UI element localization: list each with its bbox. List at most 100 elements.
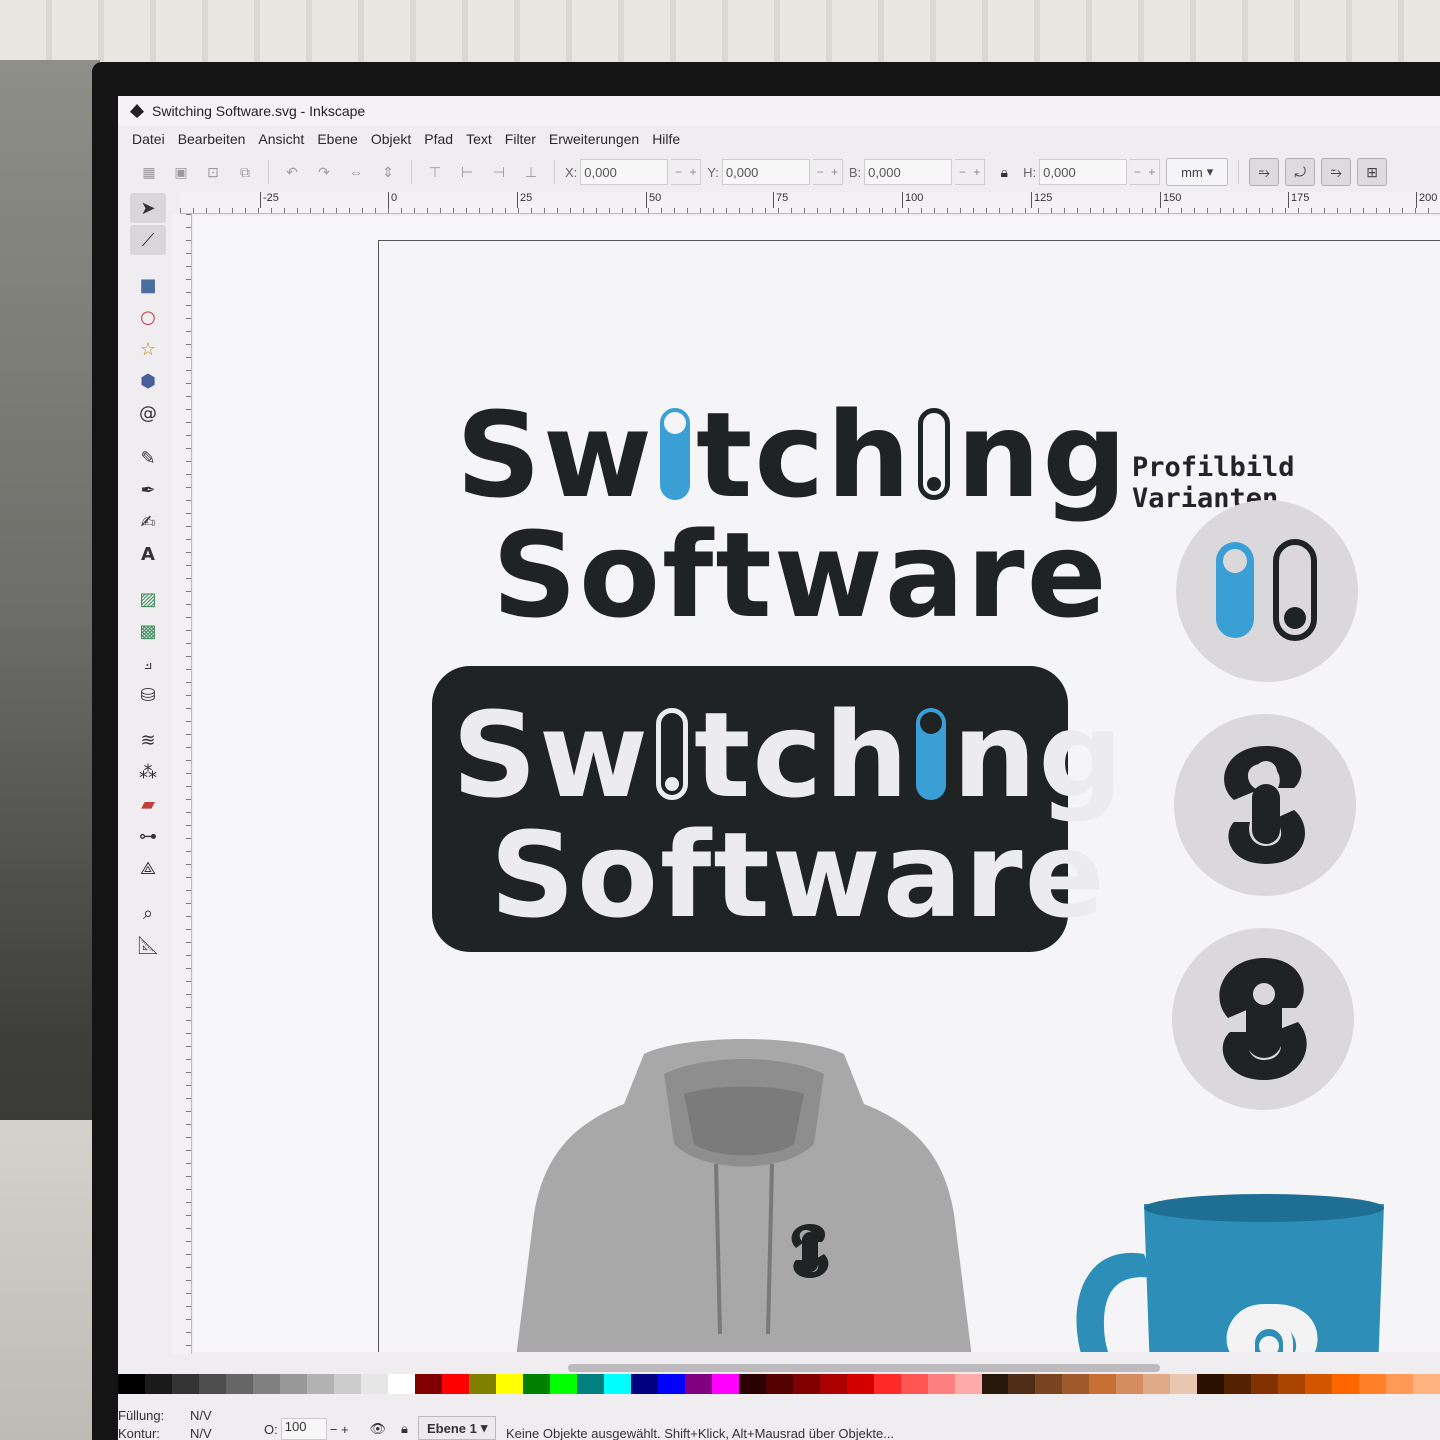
- scale-corners-icon[interactable]: ⤾: [1285, 158, 1316, 186]
- width-stepper[interactable]: − +: [955, 159, 986, 185]
- swatch[interactable]: [1305, 1374, 1333, 1394]
- swatch[interactable]: [252, 1374, 280, 1394]
- logo-light-line2[interactable]: Software: [492, 516, 1109, 634]
- paintbucket-tool-icon[interactable]: ⛁: [130, 680, 166, 710]
- swatch[interactable]: [711, 1374, 739, 1394]
- swatch[interactable]: [657, 1374, 685, 1394]
- move-patterns-icon[interactable]: ⊞: [1357, 158, 1388, 186]
- swatch[interactable]: [1170, 1374, 1198, 1394]
- menu-erweiterungen[interactable]: Erweiterungen: [549, 131, 639, 147]
- y-stepper[interactable]: − +: [812, 159, 843, 185]
- swatch[interactable]: [792, 1374, 820, 1394]
- avatar-s-outline[interactable]: [1174, 714, 1356, 896]
- rotate-ccw-icon[interactable]: ↶: [279, 159, 305, 185]
- swatch[interactable]: [279, 1374, 307, 1394]
- swatch[interactable]: [441, 1374, 469, 1394]
- 3dbox-tool-icon[interactable]: ⬢: [130, 366, 166, 396]
- swatch[interactable]: [1278, 1374, 1306, 1394]
- eye-icon[interactable]: 👁︎: [370, 1421, 387, 1437]
- layer-select[interactable]: Ebene 1 ▾: [418, 1416, 497, 1440]
- opacity-input[interactable]: 100: [280, 1418, 327, 1440]
- horizontal-scrollbar[interactable]: [568, 1364, 1160, 1372]
- swatch[interactable]: [387, 1374, 415, 1394]
- connector-tool-icon[interactable]: ⊶: [130, 821, 166, 851]
- swatch[interactable]: [873, 1374, 901, 1394]
- flip-vertical-icon[interactable]: ⇕: [375, 159, 401, 185]
- swatch[interactable]: [1008, 1374, 1036, 1394]
- deselect-icon[interactable]: ⊡: [200, 159, 226, 185]
- swatch[interactable]: [981, 1374, 1009, 1394]
- lower-to-bottom-icon[interactable]: ⊥: [518, 159, 544, 185]
- drawing-canvas[interactable]: Sw tch ng Software Sw tch ng Software Profil…: [194, 216, 1440, 1352]
- height-stepper[interactable]: − +: [1130, 159, 1161, 185]
- mug-mockup[interactable]: [1044, 1184, 1404, 1352]
- width-input[interactable]: 0,000: [864, 159, 953, 185]
- flip-horizontal-icon[interactable]: ⇔: [343, 159, 369, 185]
- swatch[interactable]: [1035, 1374, 1063, 1394]
- swatch[interactable]: [630, 1374, 658, 1394]
- unit-select[interactable]: mm ▾: [1166, 158, 1229, 186]
- avatar-s-solid[interactable]: [1172, 928, 1354, 1110]
- swatch[interactable]: [900, 1374, 928, 1394]
- tweak-tool-icon[interactable]: ≋: [130, 725, 166, 755]
- swatch[interactable]: [306, 1374, 334, 1394]
- rect-tool-icon[interactable]: ■: [130, 270, 166, 300]
- swatch[interactable]: [765, 1374, 793, 1394]
- swatch[interactable]: [1251, 1374, 1279, 1394]
- hoodie-mockup[interactable]: [484, 1034, 1004, 1352]
- star-tool-icon[interactable]: ☆: [130, 334, 166, 364]
- swatch[interactable]: [576, 1374, 604, 1394]
- mesh-tool-icon[interactable]: ▩: [130, 616, 166, 646]
- swatch[interactable]: [846, 1374, 874, 1394]
- menu-objekt[interactable]: Objekt: [371, 131, 411, 147]
- circle-tool-icon[interactable]: ○: [130, 302, 166, 332]
- gradient-tool-icon[interactable]: ▨: [130, 584, 166, 614]
- swatch[interactable]: [360, 1374, 388, 1394]
- selector-tool-icon[interactable]: ➤: [130, 193, 166, 223]
- menu-text[interactable]: Text: [466, 131, 492, 147]
- swatch[interactable]: [1332, 1374, 1360, 1394]
- menu-pfad[interactable]: Pfad: [424, 131, 453, 147]
- swatch[interactable]: [954, 1374, 982, 1394]
- ruler-tool-icon[interactable]: 📐︎: [130, 930, 166, 960]
- color-palette[interactable]: [118, 1374, 1440, 1394]
- swatch[interactable]: [1224, 1374, 1252, 1394]
- menu-ebene[interactable]: Ebene: [317, 131, 357, 147]
- rotate-cw-icon[interactable]: ↷: [311, 159, 337, 185]
- swatch[interactable]: [738, 1374, 766, 1394]
- swatch[interactable]: [927, 1374, 955, 1394]
- swatch[interactable]: [1089, 1374, 1117, 1394]
- swatch[interactable]: [1386, 1374, 1414, 1394]
- dropper-tool-icon[interactable]: ⟓: [130, 648, 166, 678]
- measure-tool-icon[interactable]: ⟁: [130, 853, 166, 883]
- lower-icon[interactable]: ⊣: [486, 159, 512, 185]
- menu-ansicht[interactable]: Ansicht: [258, 131, 304, 147]
- y-input[interactable]: 0,000: [721, 159, 810, 185]
- logo-dark-line1[interactable]: Sw tch ng: [452, 696, 1125, 814]
- swatch[interactable]: [414, 1374, 442, 1394]
- raise-to-top-icon[interactable]: ⊤: [422, 159, 448, 185]
- logo-dark-line2[interactable]: Software: [490, 816, 1107, 934]
- swatch[interactable]: [1116, 1374, 1144, 1394]
- menu-hilfe[interactable]: Hilfe: [652, 131, 680, 147]
- swatch[interactable]: [495, 1374, 523, 1394]
- logo-light-line1[interactable]: Sw tch ng: [456, 396, 1129, 514]
- move-gradients-icon[interactable]: ⥲: [1321, 158, 1352, 186]
- menu-datei[interactable]: Datei: [132, 131, 165, 147]
- swatch[interactable]: [225, 1374, 253, 1394]
- swatch[interactable]: [1413, 1374, 1440, 1394]
- spiral-tool-icon[interactable]: @: [130, 398, 166, 428]
- swatch[interactable]: [198, 1374, 226, 1394]
- swatch[interactable]: [1197, 1374, 1225, 1394]
- pen-tool-icon[interactable]: ✒: [130, 475, 166, 505]
- lock-icon[interactable]: 🔒︎: [991, 159, 1017, 185]
- stroke-value[interactable]: N/V: [190, 1426, 212, 1440]
- swatch[interactable]: [468, 1374, 496, 1394]
- swatch[interactable]: [549, 1374, 577, 1394]
- node-tool-icon[interactable]: ⟋: [130, 225, 166, 255]
- swatch[interactable]: [522, 1374, 550, 1394]
- eraser-tool-icon[interactable]: ▰: [130, 789, 166, 819]
- spray-tool-icon[interactable]: ⁂: [130, 757, 166, 787]
- scale-stroke-icon[interactable]: ⥱: [1249, 158, 1280, 186]
- zoom-tool-icon[interactable]: ⌕: [130, 898, 166, 928]
